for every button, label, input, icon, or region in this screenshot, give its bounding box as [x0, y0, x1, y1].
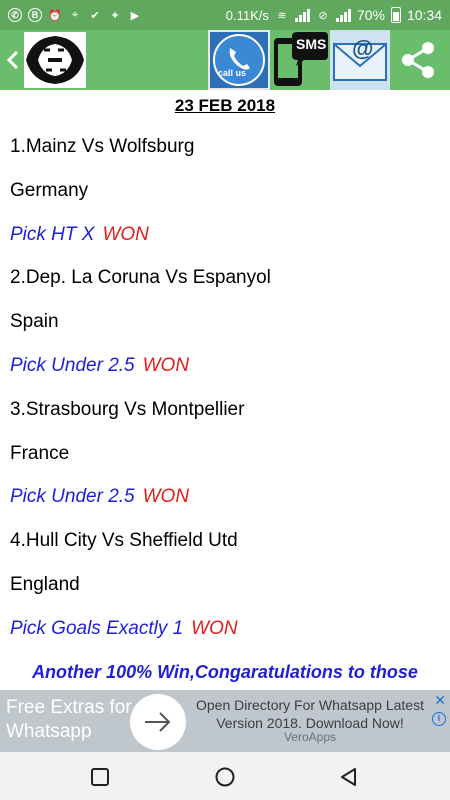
recents-button[interactable] — [89, 766, 111, 788]
match-country: Germany — [10, 180, 89, 201]
match-pick-row: Pick Under 2.5 WON — [10, 486, 189, 508]
twitter-icon: ✦ — [110, 9, 120, 22]
youtube-icon: ▶ — [130, 9, 140, 22]
match-title: 1.Mainz Vs Wolfsburg — [10, 136, 195, 157]
ad-body[interactable]: Open Directory For Whatsapp Latest Versi… — [190, 696, 430, 732]
chevron-left-icon — [6, 50, 19, 70]
back-nav-button[interactable] — [338, 766, 360, 788]
ad-close-icon[interactable]: ✕ — [434, 692, 446, 709]
ad-info-icon[interactable]: i — [432, 712, 446, 726]
square-icon — [91, 768, 109, 786]
arrow-right-icon — [145, 712, 171, 732]
notification-icons: ✆ B ⏰ ⌖ ✔ ✦ ▶ — [8, 8, 142, 22]
network-speed: 0.11K/s — [225, 7, 269, 23]
call-us-label: call us — [218, 68, 247, 78]
signal-icon-2 — [335, 8, 351, 22]
match-pick: Pick Goals Exactly 1 — [10, 618, 184, 639]
match-pick-row: Pick Under 2.5 WON — [10, 355, 189, 377]
location-icon: ⌖ — [71, 8, 79, 21]
navigation-bar — [0, 752, 450, 800]
match-pick: Pick Under 2.5 — [10, 355, 135, 376]
call-us-button[interactable]: call us — [208, 30, 270, 90]
ad-title[interactable]: Free Extras for Whatsapp — [6, 696, 136, 744]
back-button[interactable] — [4, 46, 22, 74]
predictions-content: 23 FEB 2018 1.Mainz Vs Wolfsburg Germany… — [0, 90, 450, 690]
match-country: England — [10, 574, 80, 595]
match-country: Spain — [10, 311, 59, 332]
alarm-icon: ⏰ — [48, 9, 62, 22]
match-pick: Pick Under 2.5 — [10, 486, 135, 507]
match-pick-row: Pick Goals Exactly 1 WON — [10, 618, 238, 640]
match-pick: Pick HT X — [10, 224, 95, 245]
app-logo[interactable] — [24, 32, 86, 88]
share-icon — [402, 42, 434, 78]
mute-icon: ⊘ — [318, 9, 328, 22]
match-country: France — [10, 443, 70, 464]
battery-percent: 70% — [356, 7, 385, 23]
check-icon: ✔ — [90, 9, 100, 22]
page-date: 23 FEB 2018 — [174, 96, 276, 115]
sms-label: SMS — [296, 36, 327, 52]
whatsapp-icon: ✆ — [8, 8, 22, 22]
match-result: WON — [102, 224, 149, 245]
email-button[interactable]: @ — [330, 30, 390, 90]
signal-icon — [294, 8, 310, 22]
circle-icon — [215, 767, 235, 787]
app-bar: call us SMS @ — [0, 30, 450, 90]
wifi-icon: ≋ — [277, 9, 287, 22]
home-button[interactable] — [214, 766, 236, 788]
battery-icon — [390, 7, 401, 23]
congratulations-message: Another 100% Win,Congaratulations to tho… — [32, 662, 418, 682]
match-result: WON — [191, 618, 238, 639]
share-button[interactable] — [396, 38, 440, 82]
match-result: WON — [142, 486, 190, 507]
triangle-back-icon — [341, 768, 356, 786]
ad-sponsor: VeroApps — [283, 730, 337, 744]
ad-banner[interactable]: Free Extras for Whatsapp Open Directory … — [0, 690, 450, 752]
ad-arrow-button[interactable] — [130, 694, 186, 750]
match-title: 4.Hull City Vs Sheffield Utd — [10, 530, 238, 551]
match-title: 3.Strasbourg Vs Montpellier — [10, 399, 245, 420]
blackberry-icon: B — [28, 8, 42, 22]
phone-icon — [213, 34, 265, 86]
status-bar: ✆ B ⏰ ⌖ ✔ ✦ ▶ 0.11K/s ≋ ⊘ 70% 10:34 — [0, 0, 450, 30]
match-result: WON — [142, 355, 190, 376]
email-at-label: @ — [352, 36, 374, 61]
match-pick-row: Pick HT X WON — [10, 224, 149, 246]
system-status: 0.11K/s ≋ ⊘ 70% 10:34 — [226, 7, 442, 23]
clock: 10:34 — [406, 7, 442, 23]
soccer-ball-logo-icon — [24, 32, 86, 88]
match-title: 2.Dep. La Coruna Vs Espanyol — [10, 267, 271, 288]
sms-button[interactable]: SMS — [270, 30, 330, 90]
